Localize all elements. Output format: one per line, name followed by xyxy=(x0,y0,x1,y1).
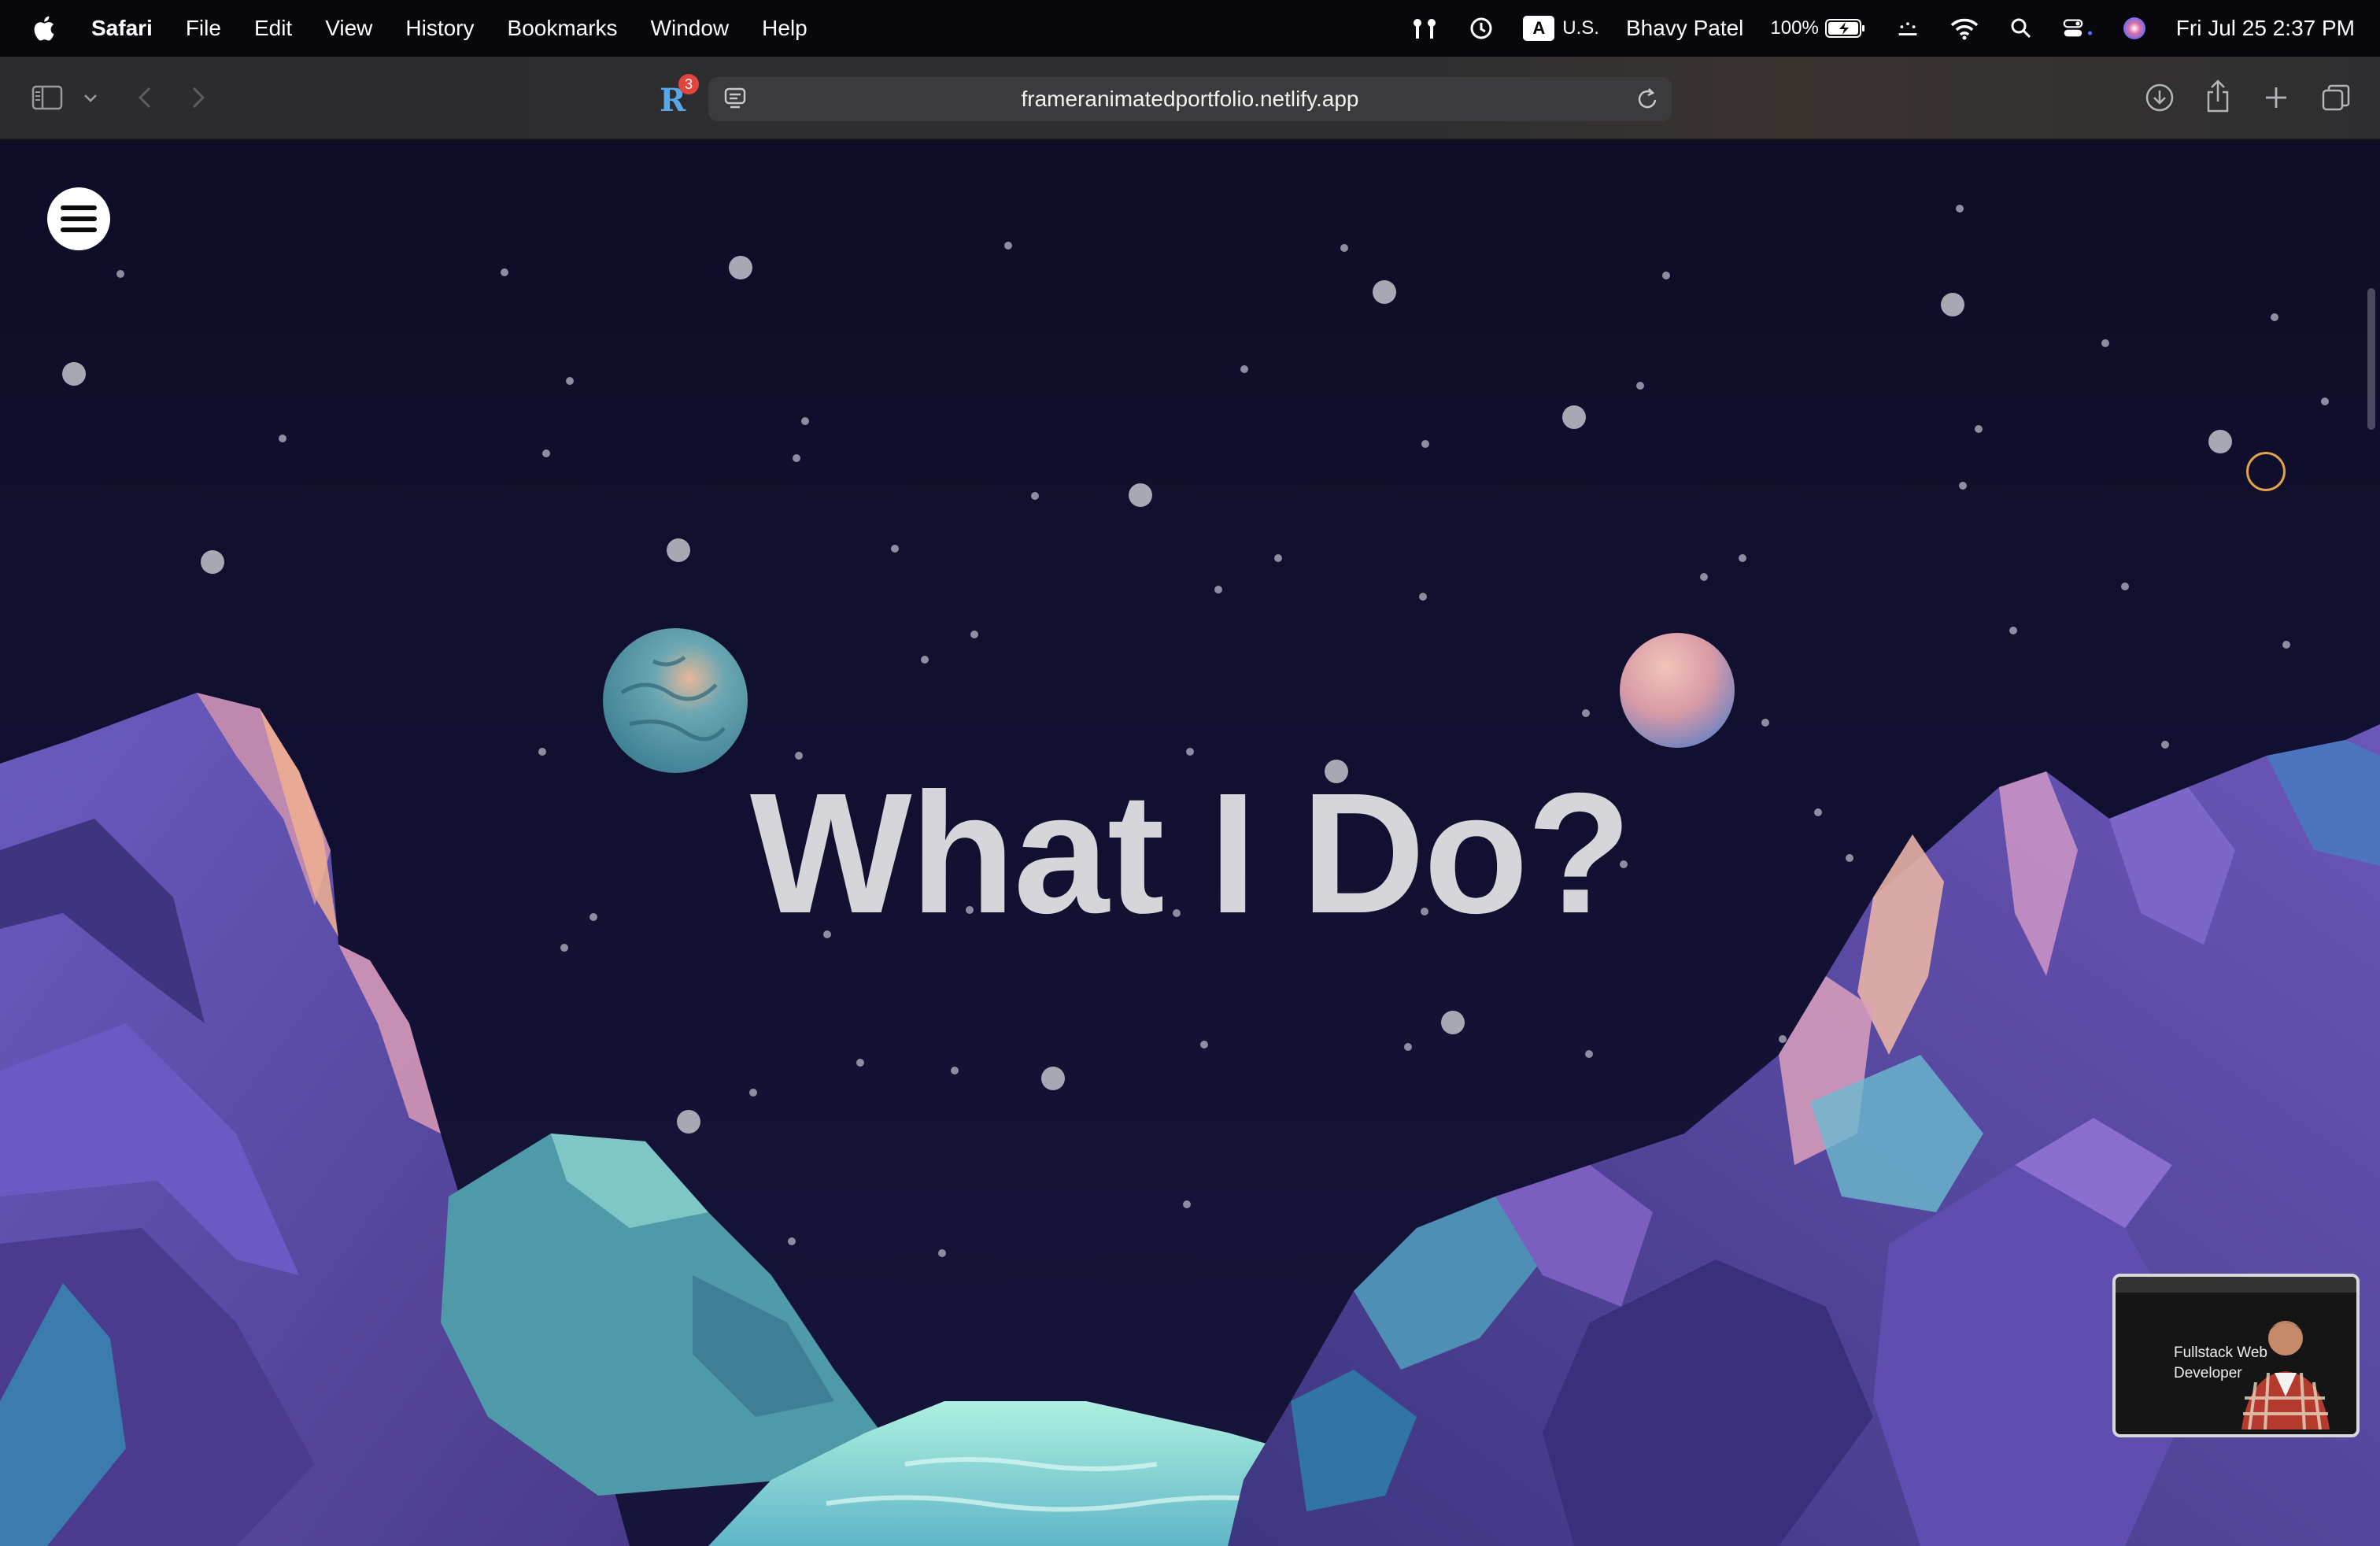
menu-app-name[interactable]: Safari xyxy=(91,16,153,41)
reload-icon[interactable] xyxy=(1635,85,1661,117)
chevron-down-icon[interactable] xyxy=(80,88,101,109)
picture-in-picture-window[interactable]: Fullstack Web Developer xyxy=(2112,1274,2360,1437)
input-source-label: U.S. xyxy=(1562,17,1599,39)
browser-toolbar: R 3 frameranimatedportfolio.netlify.app xyxy=(0,57,2380,140)
menu-history[interactable]: History xyxy=(405,16,474,41)
menu-window[interactable]: Window xyxy=(651,16,730,41)
url-text[interactable]: frameranimatedportfolio.netlify.app xyxy=(1021,87,1358,112)
input-source-menu[interactable]: A U.S. xyxy=(1523,16,1599,41)
battery-percent: 100% xyxy=(1770,17,1819,39)
menu-bookmarks[interactable]: Bookmarks xyxy=(508,16,618,41)
forward-icon[interactable] xyxy=(186,83,211,112)
share-icon[interactable] xyxy=(2202,77,2234,115)
scrollbar-thumb[interactable] xyxy=(2367,288,2375,430)
pip-browser-chrome xyxy=(2116,1277,2356,1293)
new-tab-icon[interactable] xyxy=(2260,82,2292,113)
battery-status[interactable]: 100% xyxy=(1770,17,1865,39)
planet-teal xyxy=(603,628,748,773)
wifi-icon[interactable] xyxy=(1949,13,1979,43)
input-source-letter: A xyxy=(1523,16,1555,41)
page-menu-icon[interactable] xyxy=(724,87,748,117)
sidebar-toggle-icon[interactable] xyxy=(30,82,65,113)
display-brightness-icon[interactable] xyxy=(1893,13,1923,43)
page-headline: What I Do? xyxy=(749,758,1632,949)
hamburger-icon xyxy=(61,205,97,232)
menu-help[interactable]: Help xyxy=(762,16,808,41)
menu-file[interactable]: File xyxy=(186,16,221,41)
menu-view[interactable]: View xyxy=(325,16,372,41)
control-center-icon[interactable] xyxy=(2063,13,2093,43)
webpage-viewport[interactable]: What I Do? Fullstack Web Developer xyxy=(0,142,2380,1546)
battery-icon xyxy=(1824,19,1864,38)
downloads-icon[interactable] xyxy=(2142,80,2177,115)
clock[interactable]: Fri Jul 25 2:37 PM xyxy=(2176,16,2355,41)
pip-person-image xyxy=(2241,1321,2330,1429)
planet-pink xyxy=(1620,633,1735,748)
siri-icon[interactable] xyxy=(2119,13,2149,43)
back-icon[interactable] xyxy=(132,83,157,112)
hamburger-menu-button[interactable] xyxy=(47,187,110,250)
extension-r-button[interactable]: R 3 xyxy=(656,74,699,123)
menu-bar: Safari File Edit View History Bookmarks … xyxy=(0,0,2380,57)
tab-overview-icon[interactable] xyxy=(2319,80,2353,115)
time-machine-icon[interactable] xyxy=(1466,13,1496,43)
search-icon[interactable] xyxy=(2006,13,2036,43)
user-name[interactable]: Bhavy Patel xyxy=(1626,16,1743,41)
airplay-icon[interactable] xyxy=(1410,13,1439,43)
cursor-highlight xyxy=(2246,452,2286,491)
menu-edit[interactable]: Edit xyxy=(254,16,292,41)
address-bar[interactable]: frameranimatedportfolio.netlify.app xyxy=(708,77,1672,121)
apple-logo-icon[interactable] xyxy=(31,14,55,43)
extension-badge: 3 xyxy=(678,74,699,94)
